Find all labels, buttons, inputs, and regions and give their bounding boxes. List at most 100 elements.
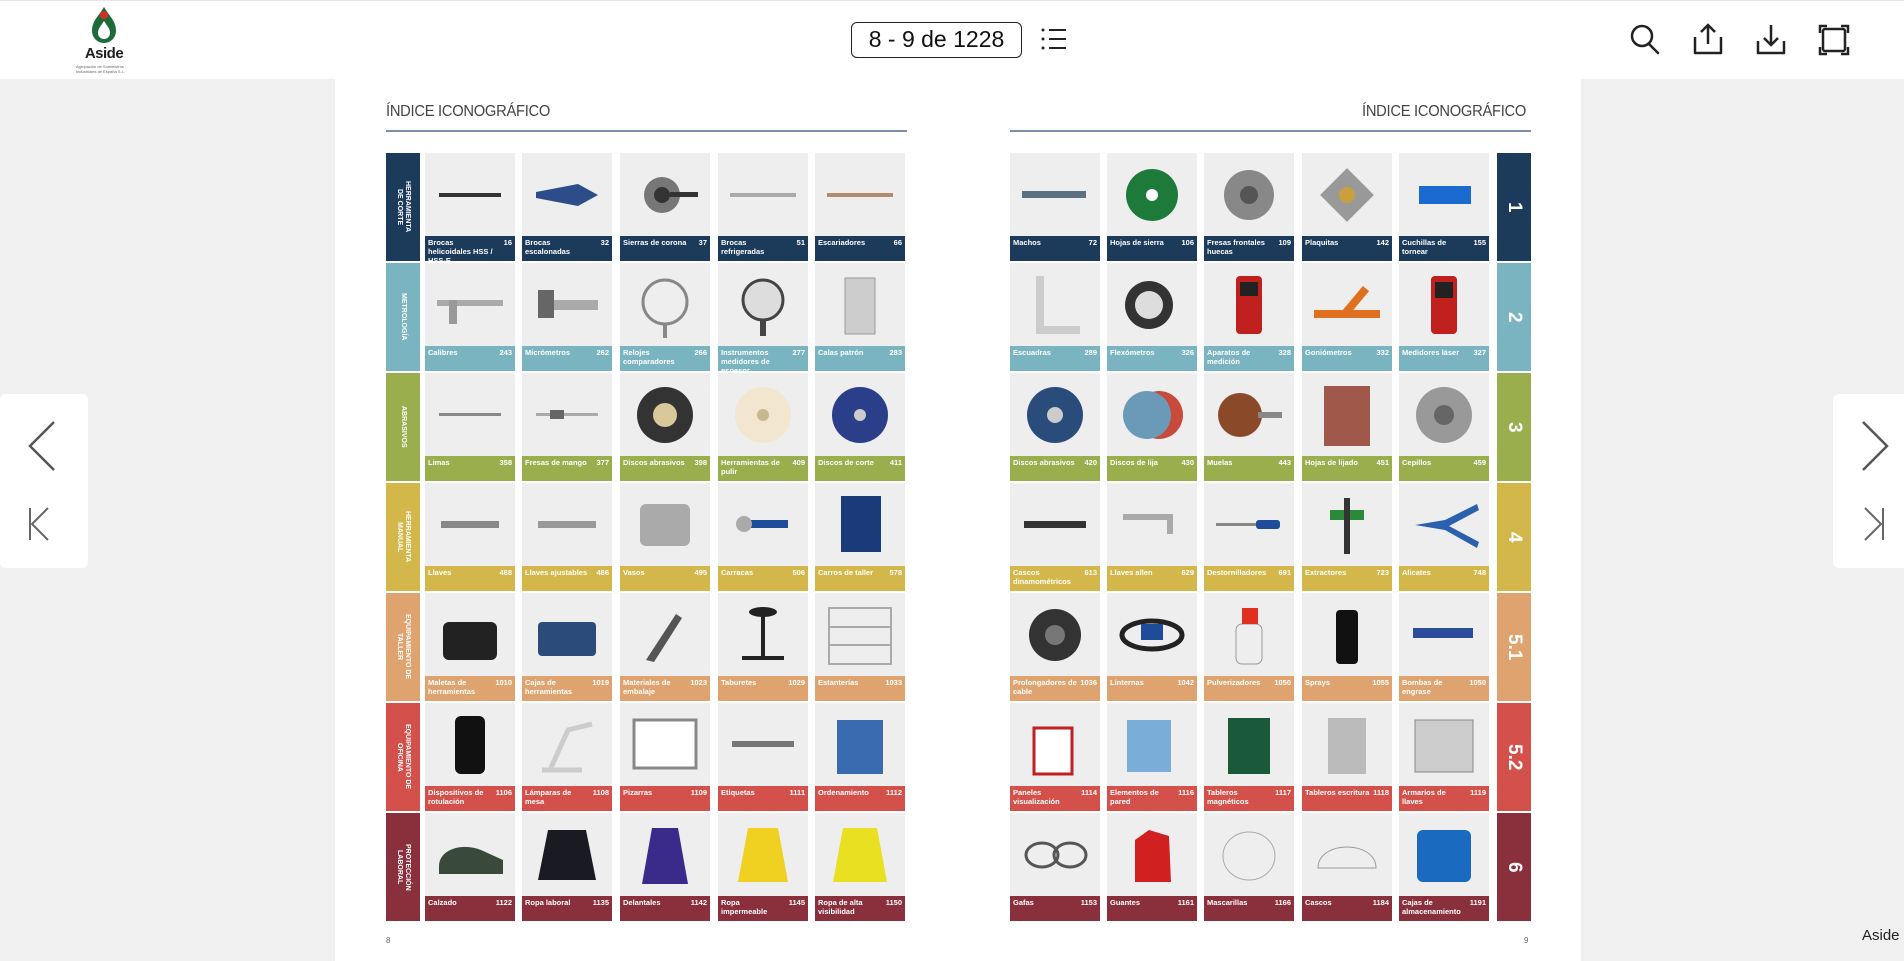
product-name: Delantales	[623, 898, 661, 907]
product-card[interactable]: Sprays 1055	[1302, 593, 1392, 701]
product-card[interactable]: Cepillos 459	[1399, 373, 1489, 481]
category-tab-right[interactable]: 3	[1497, 373, 1531, 481]
product-card[interactable]: Cascos dinamométricos 613	[1010, 483, 1100, 591]
product-card[interactable]: Prolongadores de cable 1036	[1010, 593, 1100, 701]
product-card[interactable]: Pizarras 1109	[620, 703, 710, 811]
product-card[interactable]: Taburetes 1029	[718, 593, 808, 701]
product-card[interactable]: Lámparas de mesa 1108	[522, 703, 612, 811]
category-tab-right[interactable]: 6	[1497, 813, 1531, 921]
product-card[interactable]: Flexómetros 326	[1107, 263, 1197, 371]
product-card[interactable]: Tableros escritura 1118	[1302, 703, 1392, 811]
category-tab-right[interactable]: 1	[1497, 153, 1531, 261]
product-card[interactable]: Dispositivos de rotulación 1106	[425, 703, 515, 811]
product-card[interactable]: Hojas de sierra 106	[1107, 153, 1197, 261]
product-card[interactable]: Sierras de corona 37	[620, 153, 710, 261]
search-icon[interactable]	[1628, 21, 1662, 57]
product-card[interactable]: Discos de corte 411	[815, 373, 905, 481]
product-card[interactable]: Elementos de pared 1116	[1107, 703, 1197, 811]
product-card[interactable]: Fresas frontales huecas 109	[1204, 153, 1294, 261]
category-tab-left[interactable]: METROLOGÍA	[386, 263, 420, 371]
product-card[interactable]: Linternas 1042	[1107, 593, 1197, 701]
product-name: Herramientas de pulir	[721, 458, 780, 476]
product-card[interactable]: Llaves ajustables 486	[522, 483, 612, 591]
product-card[interactable]: Delantales 1142	[620, 813, 710, 921]
product-card[interactable]: Carracas 506	[718, 483, 808, 591]
product-card[interactable]: Llaves allen 629	[1107, 483, 1197, 591]
table-of-contents-icon[interactable]	[1039, 24, 1069, 54]
product-card[interactable]: Brocas refrigeradas 51	[718, 153, 808, 261]
category-tab-right[interactable]: 5.2	[1497, 703, 1531, 811]
product-card[interactable]: Ropa impermeable 1145	[718, 813, 808, 921]
product-name: Dispositivos de rotulación	[428, 788, 484, 806]
product-card[interactable]: Cajas de almacenamiento 1191	[1399, 813, 1489, 921]
product-card[interactable]: Fresas de mango 377	[522, 373, 612, 481]
fullscreen-icon[interactable]	[1817, 21, 1851, 57]
category-tab-left[interactable]: PROTECCIÓN LABORAL	[386, 813, 420, 921]
product-card[interactable]: Etiquetas 1111	[718, 703, 808, 811]
page-indicator[interactable]: 8 - 9 de 1228	[851, 22, 1022, 58]
adjustable-wrench-icon	[522, 483, 612, 566]
product-card[interactable]: Escariadores 66	[815, 153, 905, 261]
product-card[interactable]: Materiales de embalaje 1023	[620, 593, 710, 701]
share-icon[interactable]	[1691, 21, 1725, 57]
first-page-icon[interactable]	[24, 504, 64, 544]
next-page-icon[interactable]	[1855, 418, 1895, 474]
product-card[interactable]: Cajas de herramientas 1019	[522, 593, 612, 701]
product-card[interactable]: Brocas escalonadas 32	[522, 153, 612, 261]
product-card[interactable]: Medidores láser 327	[1399, 263, 1489, 371]
product-card[interactable]: Calzado 1122	[425, 813, 515, 921]
product-card[interactable]: Calas patrón 283	[815, 263, 905, 371]
product-card[interactable]: Destornilladores 691	[1204, 483, 1294, 591]
product-caption: Fresas de mango 377	[522, 456, 612, 481]
product-card[interactable]: Bombas de engrase 1050	[1399, 593, 1489, 701]
product-page-number: 1191	[1469, 898, 1486, 907]
product-card[interactable]: Pulverizadores 1050	[1204, 593, 1294, 701]
product-card[interactable]: Calibres 243	[425, 263, 515, 371]
category-tab-left[interactable]: EQUIPAMIENTO DE TALLER	[386, 593, 420, 701]
product-card[interactable]: Goniómetros 332	[1302, 263, 1392, 371]
product-card[interactable]: Alicates 748	[1399, 483, 1489, 591]
category-tab-right[interactable]: 5.1	[1497, 593, 1531, 701]
product-card[interactable]: Discos abrasivos 420	[1010, 373, 1100, 481]
last-page-icon[interactable]	[1855, 504, 1895, 544]
product-card[interactable]: Ropa de alta visibilidad 1150	[815, 813, 905, 921]
product-card[interactable]: Plaquitas 142	[1302, 153, 1392, 261]
product-card[interactable]: Maletas de herramientas 1010	[425, 593, 515, 701]
product-card[interactable]: Hojas de lijado 451	[1302, 373, 1392, 481]
product-card[interactable]: Ordenamiento 1112	[815, 703, 905, 811]
product-card[interactable]: Tableros magnéticos 1117	[1204, 703, 1294, 811]
product-card[interactable]: Guantes 1161	[1107, 813, 1197, 921]
product-card[interactable]: Instrumentos medidores de espesor 277	[718, 263, 808, 375]
product-card[interactable]: Gafas 1153	[1010, 813, 1100, 921]
category-tab-left[interactable]: EQUIPAMIENTO DE OFICINA	[386, 703, 420, 811]
product-card[interactable]: Armarios de llaves 1119	[1399, 703, 1489, 811]
product-card[interactable]: Paneles visualización 1114	[1010, 703, 1100, 811]
product-card[interactable]: Aparatos de medición 328	[1204, 263, 1294, 371]
product-card[interactable]: Herramientas de pulir 409	[718, 373, 808, 481]
product-card[interactable]: Cuchillas de tornear 155	[1399, 153, 1489, 261]
category-tab-left[interactable]: HERRAMIENTA MANUAL	[386, 483, 420, 591]
previous-page-icon[interactable]	[24, 418, 64, 474]
product-card[interactable]: Muelas 443	[1204, 373, 1294, 481]
product-card[interactable]: Extractores 723	[1302, 483, 1392, 591]
category-tab-left[interactable]: ABRASIVOS	[386, 373, 420, 481]
product-card[interactable]: Relojes comparadores 266	[620, 263, 710, 371]
category-tab-right[interactable]: 2	[1497, 263, 1531, 371]
product-card[interactable]: Vasos 495	[620, 483, 710, 591]
download-icon[interactable]	[1754, 21, 1788, 57]
product-card[interactable]: Brocas helicoidales HSS / HSS-E 16	[425, 153, 515, 265]
product-card[interactable]: Escuadras 289	[1010, 263, 1100, 371]
product-card[interactable]: Cascos 1184	[1302, 813, 1392, 921]
product-card[interactable]: Carros de taller 578	[815, 483, 905, 591]
product-card[interactable]: Llaves 468	[425, 483, 515, 591]
product-card[interactable]: Ropa laboral 1135	[522, 813, 612, 921]
category-tab-left[interactable]: HERRAMIENTA DE CORTE	[386, 153, 420, 261]
product-card[interactable]: Machos 72	[1010, 153, 1100, 261]
category-tab-right[interactable]: 4	[1497, 483, 1531, 591]
product-card[interactable]: Discos de lija 430	[1107, 373, 1197, 481]
product-card[interactable]: Estanterías 1033	[815, 593, 905, 701]
product-card[interactable]: Mascarillas 1166	[1204, 813, 1294, 921]
product-card[interactable]: Limas 358	[425, 373, 515, 481]
product-card[interactable]: Discos abrasivos 398	[620, 373, 710, 481]
product-card[interactable]: Micrómetros 262	[522, 263, 612, 371]
